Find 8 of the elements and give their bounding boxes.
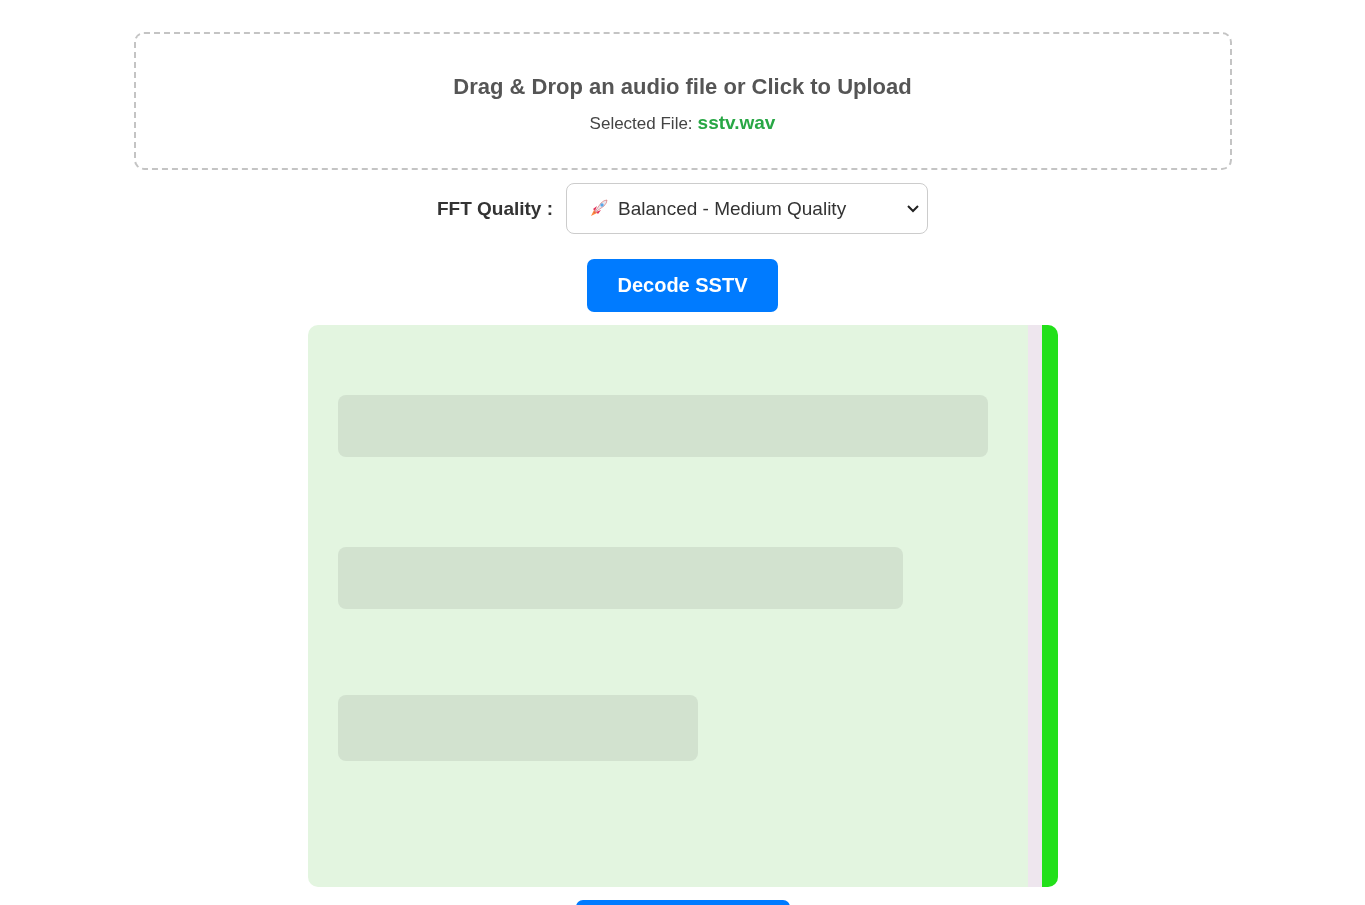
- selected-file-name: sstv.wav: [697, 112, 776, 134]
- fft-quality-select[interactable]: Balanced - Medium Quality: [566, 183, 929, 234]
- selected-file-label: Selected File:: [589, 114, 693, 134]
- upload-prompt: Drag & Drop an audio file or Click to Upload: [453, 74, 912, 100]
- upload-dropzone[interactable]: Drag & Drop an audio file or Click to Upload Selected File: sstv.wav: [133, 32, 1232, 170]
- fft-quality-label: FFT Quality :: [436, 197, 554, 220]
- chevron-down-icon: [907, 204, 920, 213]
- decode-button[interactable]: Decode SSTV: [587, 259, 778, 312]
